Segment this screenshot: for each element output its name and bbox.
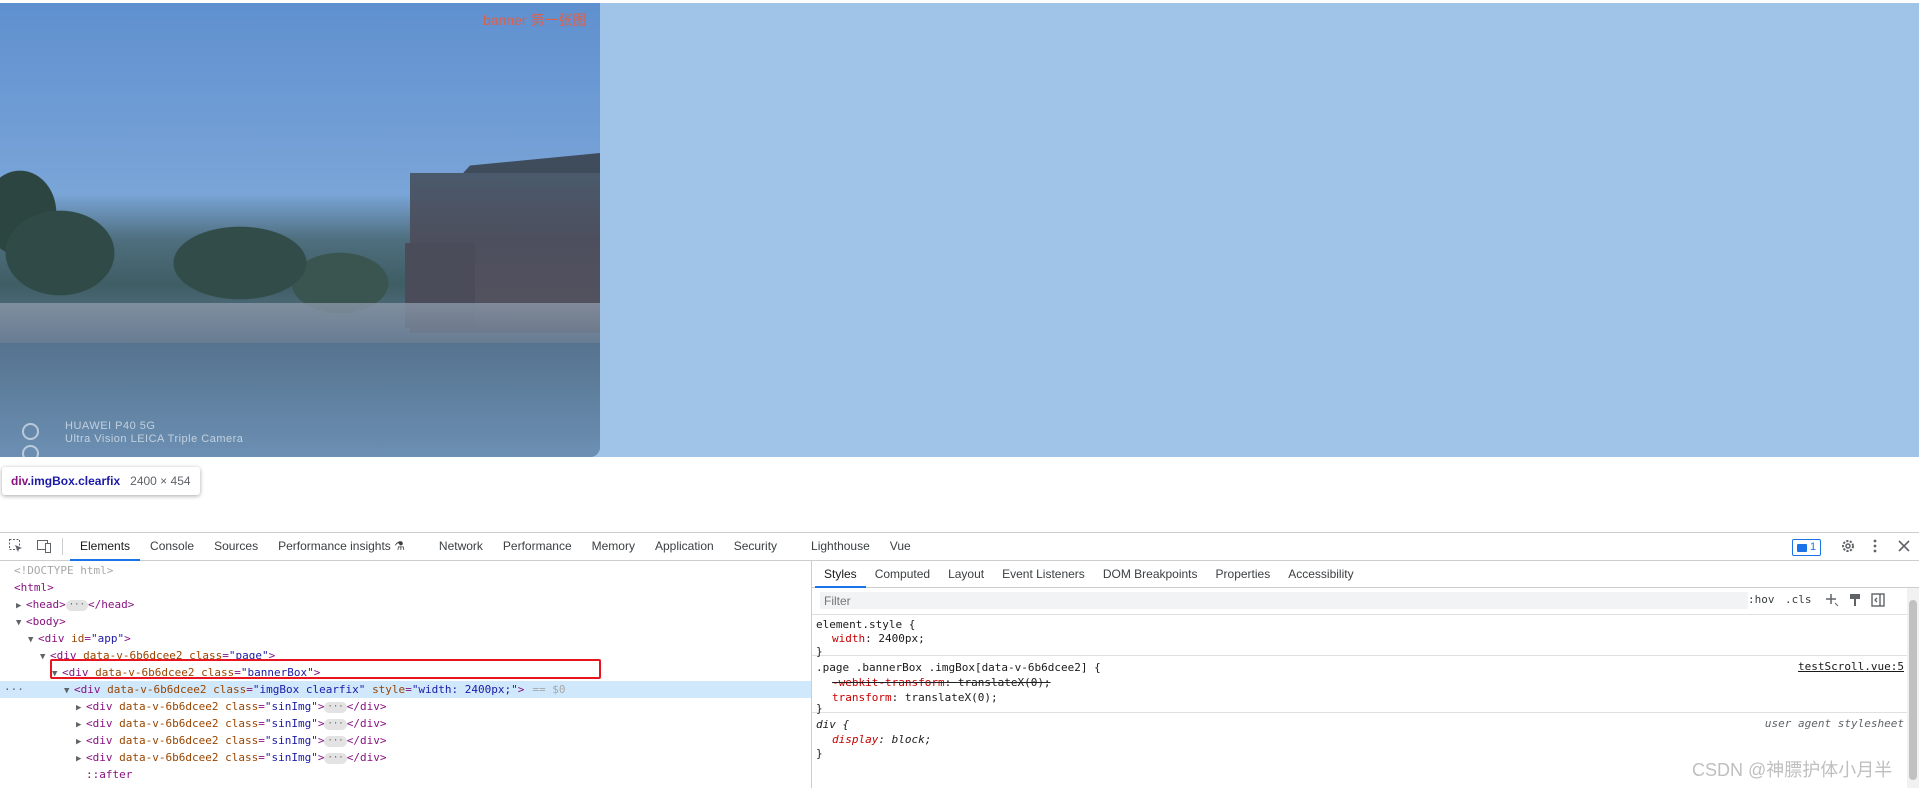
dom-head[interactable]: ▶ <head> ··· </head> [0, 596, 811, 613]
dom-imgbox-div-selected[interactable]: ··· ▼ <div data-v-6b6dcee2 class="imgBox … [0, 681, 811, 698]
styles-filter-input[interactable] [820, 592, 1748, 609]
csdn-watermark: CSDN @神膘护体小月半 [1692, 760, 1893, 780]
dom-doctype[interactable]: <!DOCTYPE html> [0, 562, 811, 579]
more-dots-icon[interactable]: ··· [4, 681, 24, 698]
toolbar-divider [62, 538, 63, 555]
camera-watermark-line1: HUAWEI P40 5G [65, 420, 156, 432]
tab-vue[interactable]: Vue [880, 533, 921, 560]
subtab-dom-breakpoints[interactable]: DOM Breakpoints [1094, 561, 1207, 587]
scrollbar-thumb[interactable] [1909, 600, 1917, 780]
ellipsis-icon[interactable]: ··· [65, 599, 89, 611]
styles-scrollbar[interactable] [1907, 588, 1919, 788]
devtools-panel: Elements Console Sources Performance ins… [0, 532, 1919, 788]
tab-network[interactable]: Network [429, 533, 493, 560]
photo-shore [0, 303, 600, 343]
camera-watermark-line2: Ultra Vision LEICA Triple Camera [65, 433, 244, 445]
banner-label: banner 第一张图 [483, 12, 587, 28]
camera-logo-icon [22, 423, 56, 457]
tab-lighthouse[interactable]: Lighthouse [801, 533, 880, 560]
tab-performance-insights[interactable]: Performance insights ⚗ [268, 533, 429, 560]
subtab-accessibility[interactable]: Accessibility [1279, 561, 1362, 587]
close-icon[interactable] [1896, 538, 1912, 554]
rule-page-bannerbox-imgbox: .page .bannerBox .imgBox[data-v-6b6dcee2… [812, 656, 1907, 715]
subtab-computed[interactable]: Computed [866, 561, 939, 587]
paint-format-icon[interactable] [1847, 592, 1863, 608]
tooltip-classes: .imgBox.clearfix [27, 474, 121, 488]
cls-toggle[interactable]: .cls [1785, 593, 1812, 606]
ellipsis-icon[interactable]: ··· [324, 735, 347, 747]
tab-memory[interactable]: Memory [582, 533, 645, 560]
dom-sinimg-div[interactable]: ▶ <div data-v-6b6dcee2 class="sinImg"> ···… [0, 732, 811, 749]
styles-pane: Styles Computed Layout Event Listeners D… [812, 561, 1919, 788]
subtab-styles[interactable]: Styles [815, 561, 866, 588]
ellipsis-icon[interactable]: ··· [324, 752, 347, 764]
dom-app-div[interactable]: ▼ <div id="app"> [0, 630, 811, 647]
devtools-tabbar: Elements Console Sources Performance ins… [0, 533, 1919, 561]
declaration-display: display: block; [832, 733, 932, 746]
more-options-icon[interactable] [1867, 538, 1883, 554]
banner-image: HUAWEI P40 5G Ultra Vision LEICA Triple … [0, 3, 600, 457]
declaration-width[interactable]: width: 2400px; [832, 631, 925, 646]
subtab-event-listeners[interactable]: Event Listeners [993, 561, 1094, 587]
subtab-layout[interactable]: Layout [939, 561, 993, 587]
settings-gear-icon[interactable] [1840, 538, 1856, 554]
rule-user-agent-div: div { user agent stylesheet display: blo… [816, 717, 1904, 760]
dom-html[interactable]: <html> [0, 579, 811, 596]
element-tooltip: div.imgBox.clearfix 2400 × 454 [2, 467, 200, 495]
subtab-properties[interactable]: Properties [1207, 561, 1280, 587]
selected-node-outline [50, 659, 601, 679]
styles-filter-row: :hov .cls [812, 588, 1907, 615]
dom-sinimg-div[interactable]: ▶ <div data-v-6b6dcee2 class="sinImg"> ···… [0, 715, 811, 732]
ellipsis-icon[interactable]: ··· [324, 718, 347, 730]
page-viewport: HUAWEI P40 5G Ultra Vision LEICA Triple … [0, 0, 1919, 534]
tab-elements[interactable]: Elements [70, 533, 141, 561]
issues-badge[interactable]: 1 [1792, 539, 1822, 556]
tooltip-dimensions: 2400 × 454 [130, 474, 191, 488]
styles-subtabs: Styles Computed Layout Event Listeners D… [812, 561, 1919, 588]
issues-count: 1 [1810, 541, 1817, 553]
declaration-webkit-transform[interactable]: -webkit-transform: translateX(0); [832, 675, 1051, 690]
tab-sources[interactable]: Sources [204, 533, 268, 560]
hov-toggle[interactable]: :hov [1748, 593, 1775, 606]
rule-source-link[interactable]: testScroll.vue:5 [1798, 660, 1904, 673]
message-icon [1797, 543, 1807, 552]
tooltip-tag: div [11, 474, 28, 488]
tab-application[interactable]: Application [645, 533, 724, 560]
tab-security[interactable]: Security [724, 533, 801, 560]
tab-console[interactable]: Console [140, 533, 204, 560]
user-agent-label: user agent stylesheet [1764, 717, 1904, 730]
dom-sinimg-div[interactable]: ▶ <div data-v-6b6dcee2 class="sinImg"> ···… [0, 749, 811, 766]
rule-element-style: element.style { width: 2400px; } [812, 615, 1907, 658]
declaration-transform[interactable]: transform: translateX(0); [832, 690, 998, 705]
tab-performance[interactable]: Performance [493, 533, 582, 560]
inspect-element-icon[interactable] [8, 538, 24, 554]
ellipsis-icon[interactable]: ··· [324, 701, 347, 713]
dom-after-pseudo[interactable]: ::after [0, 766, 811, 783]
elements-dom-tree: <!DOCTYPE html> <html> ▶ <head> ··· </head>… [0, 561, 811, 788]
photo-trees [0, 143, 420, 323]
dom-sinimg-div[interactable]: ▶ <div data-v-6b6dcee2 class="sinImg"> ···… [0, 698, 811, 715]
device-toolbar-icon[interactable] [36, 538, 52, 554]
dom-body[interactable]: ▼ <body> [0, 613, 811, 630]
new-style-rule-icon[interactable] [1824, 592, 1840, 608]
toggle-sidebar-icon[interactable] [1870, 592, 1886, 608]
devtools-tabs: Elements Console Sources Performance ins… [70, 533, 921, 561]
